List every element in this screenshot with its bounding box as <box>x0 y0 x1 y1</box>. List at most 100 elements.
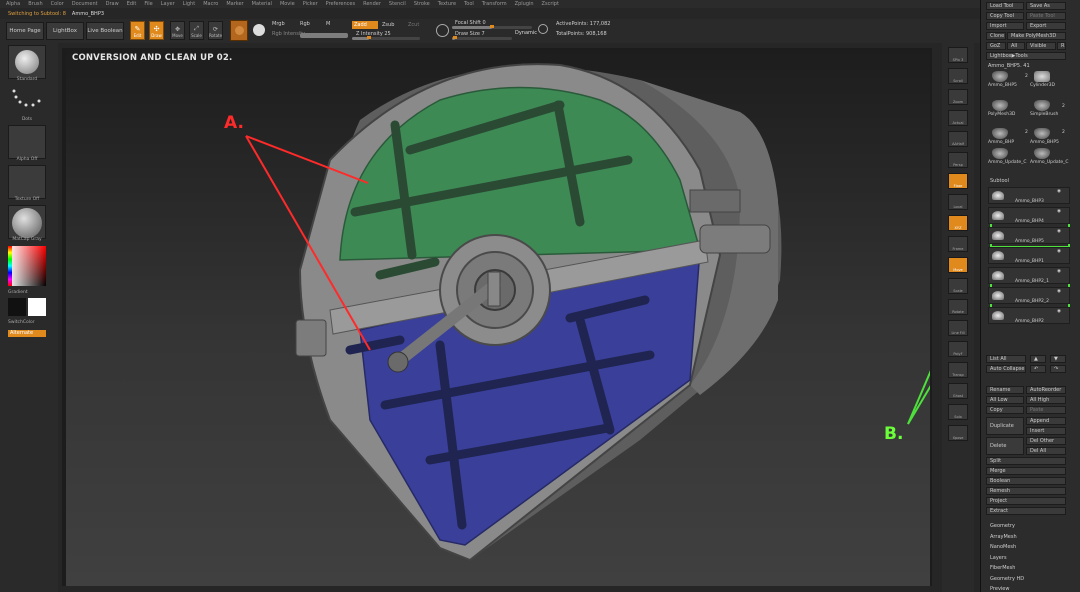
menu-zplugin[interactable]: Zplugin <box>515 1 534 7</box>
subtool-ammo_bhp4[interactable]: ◉ Ammo_BHP4 <box>988 207 1070 224</box>
copy-button[interactable]: Copy <box>986 406 1024 414</box>
clone-button[interactable]: Clone <box>986 32 1006 40</box>
rgb-intensity-slider[interactable] <box>300 33 348 38</box>
insert-button[interactable]: Insert <box>1026 427 1066 435</box>
eye-icon[interactable]: ◉ <box>1057 209 1061 214</box>
main-color-swatch[interactable] <box>28 298 46 316</box>
rgb-toggle[interactable]: Rgb <box>300 22 310 27</box>
draw-button[interactable]: ✣ Draw <box>149 21 164 40</box>
shelf-actual-button[interactable]: Actual <box>948 110 968 126</box>
export-button[interactable]: Export <box>1026 22 1066 30</box>
extract-button[interactable]: Extract <box>986 507 1066 515</box>
menu-light[interactable]: Light <box>183 1 195 7</box>
delete-button[interactable]: Delete <box>986 437 1024 455</box>
zcut-button[interactable]: Zcut <box>408 23 419 28</box>
section-preview[interactable]: Preview <box>990 586 1009 592</box>
menu-material[interactable]: Material <box>252 1 272 7</box>
material-swatch[interactable] <box>230 20 248 41</box>
boolean-button[interactable]: Boolean <box>986 477 1066 485</box>
shelf-line-fill-button[interactable]: Line Fill <box>948 320 968 336</box>
move-down-button[interactable]: ▼ <box>1050 355 1066 363</box>
eye-icon[interactable]: ◉ <box>1057 249 1061 254</box>
auto-collapse-button[interactable]: Auto Collapse <box>986 365 1026 373</box>
load-tool-button[interactable]: Load Tool <box>986 2 1024 10</box>
stroke-slot[interactable] <box>8 85 46 119</box>
menu-marker[interactable]: Marker <box>226 1 243 7</box>
shelf-rotate-button[interactable]: Rotate <box>948 299 968 315</box>
section-arraymesh[interactable]: ArrayMesh <box>990 534 1017 540</box>
menu-tool[interactable]: Tool <box>464 1 474 7</box>
focal-shift-slider[interactable] <box>452 25 532 29</box>
menu-transform[interactable]: Transform <box>482 1 507 7</box>
menu-movie[interactable]: Movie <box>280 1 295 7</box>
section-geometry[interactable]: Geometry <box>990 523 1015 529</box>
mrgb-toggle[interactable]: Mrgb <box>272 22 285 27</box>
z-intensity-slider[interactable] <box>352 36 420 40</box>
menu-edit[interactable]: Edit <box>127 1 137 7</box>
shelf-transp-button[interactable]: Transp <box>948 362 968 378</box>
shelf-spix-3-button[interactable]: SPix 3 <box>948 47 968 63</box>
menu-render[interactable]: Render <box>363 1 381 7</box>
goz-r-button[interactable]: R <box>1057 42 1066 50</box>
draw-size-knob[interactable] <box>453 36 457 39</box>
shelf-ghost-button[interactable]: Ghost <box>948 383 968 399</box>
subtool-ammo_bhp2[interactable]: ◉ Ammo_BHP2 <box>988 307 1070 324</box>
section-layers[interactable]: Layers <box>990 555 1007 561</box>
shelf-xyz-button[interactable]: XYZ <box>948 215 968 231</box>
goz-all-button[interactable]: All <box>1007 42 1025 50</box>
subtool-ammo_bhp2_2[interactable]: ◉ Ammo_BHP2_2 <box>988 287 1070 304</box>
alternate-button[interactable]: Alternate <box>8 330 46 337</box>
subtool-ammo_bhp1[interactable]: ◉ Ammo_BHP1 <box>988 247 1070 264</box>
dynamic-toggle[interactable]: Dynamic <box>515 31 537 36</box>
paste-tool-button[interactable]: Paste Tool <box>1026 12 1066 20</box>
rename-button[interactable]: Rename <box>986 386 1024 394</box>
shelf-local-button[interactable]: Local <box>948 194 968 210</box>
remesh-button[interactable]: Remesh <box>986 487 1066 495</box>
append-button[interactable]: Append <box>1026 417 1066 425</box>
arrow-right-button[interactable]: ↷ <box>1050 365 1066 373</box>
section-geometry-hd[interactable]: Geometry HD <box>990 576 1024 582</box>
del-all-button[interactable]: Del All <box>1026 447 1066 455</box>
live-boolean-button[interactable]: Live Boolean <box>86 22 124 40</box>
tool-thumb-cylinder3d[interactable] <box>1034 71 1050 82</box>
m-toggle[interactable]: M <box>326 22 330 27</box>
subtool-ammo_bhp3[interactable]: ◉ Ammo_BHP3 <box>988 187 1070 204</box>
all-low-button[interactable]: All Low <box>986 396 1024 404</box>
z-intensity-knob[interactable] <box>367 36 371 39</box>
alpha-slot[interactable] <box>8 125 46 159</box>
menu-document[interactable]: Document <box>72 1 98 7</box>
shelf-zoom-button[interactable]: Zoom <box>948 89 968 105</box>
menu-preferences[interactable]: Preferences <box>326 1 355 7</box>
menu-picker[interactable]: Picker <box>303 1 318 7</box>
move-up-button[interactable]: ▲ <box>1030 355 1046 363</box>
project-button[interactable]: Project <box>986 497 1066 505</box>
menu-stencil[interactable]: Stencil <box>389 1 406 7</box>
menu-color[interactable]: Color <box>51 1 64 7</box>
menu-zscript[interactable]: Zscript <box>542 1 559 7</box>
menu-macro[interactable]: Macro <box>203 1 218 7</box>
goz-visible-button[interactable]: Visible <box>1026 42 1056 50</box>
menu-layer[interactable]: Layer <box>161 1 175 7</box>
menu-brush[interactable]: Brush <box>28 1 42 7</box>
zadd-button[interactable]: Zadd <box>352 21 378 29</box>
lightbox-tools-button[interactable]: Lightbox▶Tools <box>986 52 1066 60</box>
merge-button[interactable]: Merge <box>986 467 1066 475</box>
edit-button[interactable]: ✎ Edit <box>130 21 145 40</box>
secondary-color-swatch[interactable] <box>8 298 26 316</box>
save-as-button[interactable]: Save As <box>1026 2 1066 10</box>
lightbox-button[interactable]: LightBox <box>46 22 84 40</box>
shelf-floor-button[interactable]: Floor <box>948 173 968 189</box>
copy-tool-button[interactable]: Copy Tool <box>986 12 1024 20</box>
shelf-move-button[interactable]: Move <box>948 257 968 273</box>
focal-shift-knob[interactable] <box>490 25 494 28</box>
make-polymesh-button[interactable]: Make PolyMesh3D <box>1007 32 1066 40</box>
draw-size-slider[interactable] <box>452 36 512 40</box>
shelf-scale-button[interactable]: Scale <box>948 278 968 294</box>
subtool-ammo_bhp2_1[interactable]: ◉ Ammo_BHP2_1 <box>988 267 1070 284</box>
menu-draw[interactable]: Draw <box>106 1 119 7</box>
home-page-button[interactable]: Home Page <box>6 22 44 40</box>
shelf-xpose-button[interactable]: Xpose <box>948 425 968 441</box>
shelf-frame-button[interactable]: Frame <box>948 236 968 252</box>
menu-file[interactable]: File <box>144 1 152 7</box>
eye-icon[interactable]: ◉ <box>1057 189 1061 194</box>
